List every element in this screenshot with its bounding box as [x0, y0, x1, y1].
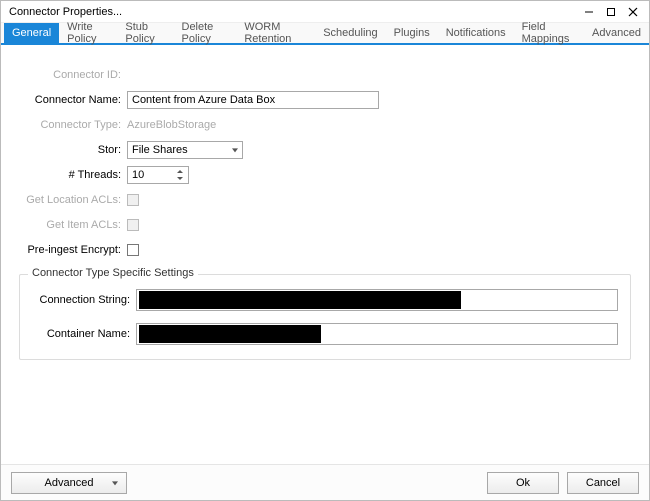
tab-label: Field Mappings [522, 21, 576, 45]
redacted-value [139, 291, 461, 309]
dialog-footer: Advanced Ok Cancel [1, 464, 649, 500]
connector-type-label: Connector Type: [19, 119, 127, 131]
threads-increment[interactable] [173, 168, 187, 175]
threads-decrement[interactable] [173, 175, 187, 182]
tab-notifications[interactable]: Notifications [438, 23, 514, 43]
threads-spinner[interactable]: 10 [127, 166, 189, 184]
chevron-down-icon [177, 177, 183, 180]
tab-scheduling[interactable]: Scheduling [315, 23, 385, 43]
connector-name-label: Connector Name: [19, 94, 127, 106]
window-title: Connector Properties... [9, 6, 122, 18]
maximize-button[interactable] [601, 4, 621, 20]
threads-value: 10 [132, 169, 144, 181]
connector-type-specific-group: Connector Type Specific Settings Connect… [19, 274, 631, 360]
content-area: Connector ID: Connector Name: Connector … [1, 47, 649, 464]
container-name-label: Container Name: [32, 328, 136, 340]
cancel-button[interactable]: Cancel [567, 472, 639, 494]
close-button[interactable] [623, 4, 643, 20]
tab-stub-policy[interactable]: Stub Policy [117, 23, 173, 43]
group-title: Connector Type Specific Settings [28, 267, 198, 279]
tab-label: WORM Retention [244, 21, 307, 45]
cancel-button-label: Cancel [586, 477, 620, 489]
tab-delete-policy[interactable]: Delete Policy [174, 23, 237, 43]
tab-field-mappings[interactable]: Field Mappings [514, 23, 584, 43]
connector-id-label: Connector ID: [19, 69, 127, 81]
get-item-acls-checkbox [127, 219, 139, 231]
chevron-down-icon [232, 148, 238, 152]
stor-dropdown[interactable]: File Shares [127, 141, 243, 159]
stor-value: File Shares [132, 144, 188, 156]
title-bar: Connector Properties... [1, 1, 649, 23]
pre-ingest-encrypt-label: Pre-ingest Encrypt: [19, 244, 127, 256]
tab-write-policy[interactable]: Write Policy [59, 23, 117, 43]
minimize-icon [584, 7, 594, 17]
tab-label: Plugins [394, 27, 430, 39]
maximize-icon [606, 7, 616, 17]
tab-label: Delete Policy [182, 21, 229, 45]
tab-label: General [12, 27, 51, 39]
connector-type-value: AzureBlobStorage [127, 119, 216, 131]
ok-button-label: Ok [516, 477, 530, 489]
tab-strip: General Write Policy Stub Policy Delete … [1, 23, 649, 45]
advanced-button-label: Advanced [45, 477, 94, 489]
ok-button[interactable]: Ok [487, 472, 559, 494]
get-location-acls-label: Get Location ACLs: [19, 194, 127, 206]
pre-ingest-encrypt-checkbox[interactable] [127, 244, 139, 256]
chevron-down-icon [112, 481, 118, 485]
tab-plugins[interactable]: Plugins [386, 23, 438, 43]
tab-general[interactable]: General [4, 23, 59, 43]
container-name-input[interactable] [136, 323, 618, 345]
get-location-acls-checkbox [127, 194, 139, 206]
advanced-button[interactable]: Advanced [11, 472, 127, 494]
redacted-value [139, 325, 321, 343]
connection-string-input[interactable] [136, 289, 618, 311]
tab-advanced[interactable]: Advanced [584, 23, 649, 43]
get-item-acls-label: Get Item ACLs: [19, 219, 127, 231]
connection-string-label: Connection String: [32, 294, 136, 306]
close-icon [628, 7, 638, 17]
connector-name-input[interactable] [127, 91, 379, 109]
tab-worm-retention[interactable]: WORM Retention [236, 23, 315, 43]
minimize-button[interactable] [579, 4, 599, 20]
threads-label: # Threads: [19, 169, 127, 181]
tab-label: Advanced [592, 27, 641, 39]
chevron-up-icon [177, 170, 183, 173]
tab-label: Stub Policy [125, 21, 165, 45]
tab-label: Write Policy [67, 21, 109, 45]
stor-label: Stor: [19, 144, 127, 156]
tab-label: Scheduling [323, 27, 377, 39]
tab-label: Notifications [446, 27, 506, 39]
